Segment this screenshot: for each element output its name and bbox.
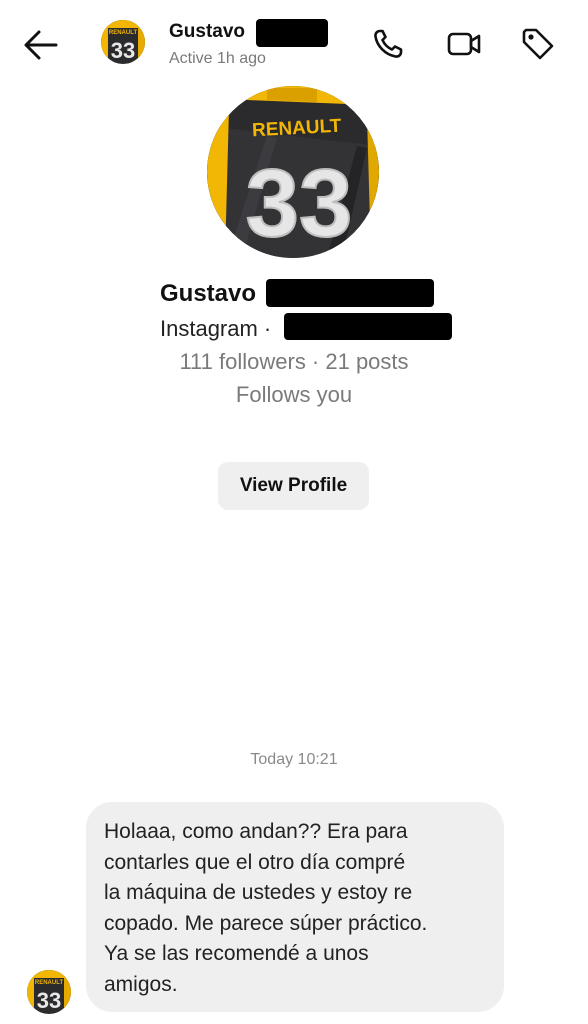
redaction-bar [284,313,452,340]
video-call-button[interactable] [444,24,484,64]
svg-text:RENAULT: RENAULT [35,980,64,986]
jersey-avatar-image: RENAULT 33 [27,970,71,1014]
tag-icon [522,28,554,60]
back-button[interactable] [20,26,64,64]
redaction-bar [256,19,328,47]
jersey-avatar-image: RENAULT 33 [207,86,379,258]
arrow-left-icon [24,30,58,60]
view-profile-button[interactable]: View Profile [218,462,369,510]
profile-stats: 111 followers · 21 posts [179,349,409,374]
phone-icon [374,29,403,58]
active-status: Active 1h ago [169,50,266,67]
message-sender-avatar[interactable]: RENAULT 33 [27,970,71,1014]
jersey-avatar-image: RENAULT 33 [101,20,145,64]
svg-text:33: 33 [37,988,61,1013]
video-camera-icon [447,32,481,56]
message-timestamp: Today 10:21 [250,751,338,768]
redaction-bar [266,279,434,307]
message-bubble[interactable]: Holaaa, como andan?? Era para contarles … [86,802,504,1012]
svg-text:RENAULT: RENAULT [109,30,138,36]
chat-header: RENAULT 33 Gustavo Active 1h ago [0,0,588,86]
svg-text:33: 33 [111,38,135,63]
header-avatar[interactable]: RENAULT 33 [101,20,145,64]
profile-name: Gustavo [160,280,257,307]
call-button[interactable] [368,24,408,64]
svg-text:33: 33 [246,150,353,257]
profile-platform: Instagram · [160,316,272,341]
follows-you-label: Follows you [235,382,353,407]
label-button[interactable] [518,24,558,64]
message-text: Holaaa, como andan?? Era para contarles … [104,820,428,996]
header-contact-name[interactable]: Gustavo [169,21,245,43]
profile-avatar[interactable]: RENAULT 33 [207,86,379,258]
